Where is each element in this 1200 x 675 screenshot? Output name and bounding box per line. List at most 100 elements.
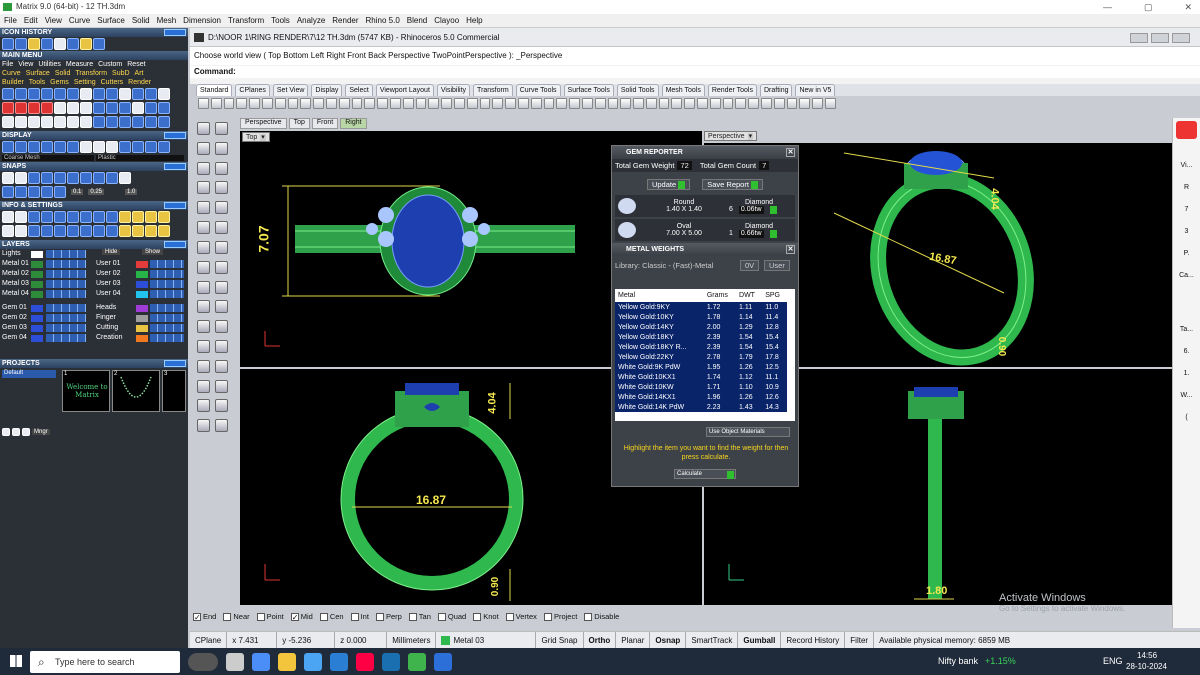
library-user-button[interactable]: User <box>764 260 790 271</box>
gem-item[interactable]: Oval 7.00 X 5.00 Diamond 1 0.66tw <box>615 219 795 241</box>
side-tool-icon[interactable] <box>215 122 228 135</box>
checkbox[interactable] <box>290 611 299 625</box>
layer-color-swatch[interactable] <box>136 335 148 342</box>
toolbar-button-icon[interactable] <box>223 98 235 109</box>
toolbar-button-icon[interactable] <box>313 98 324 109</box>
checkbox[interactable] <box>350 613 359 621</box>
side-tool-icon[interactable] <box>197 300 210 314</box>
table-row[interactable]: Yellow Gold:18KY R... 2.39 1.54 15.4 <box>615 342 787 352</box>
side-tool-icon[interactable] <box>197 339 210 353</box>
menu-curve[interactable]: Curve <box>69 16 90 25</box>
menu-blend[interactable]: Blend <box>407 16 427 25</box>
metal-weights-table[interactable]: Metal Grams DWT SPG Yellow Gold:9KY 1.72 1.11 1… <box>615 289 795 421</box>
toolbar-button-icon[interactable] <box>210 98 222 109</box>
table-row[interactable]: Yellow Gold:10KY 1.78 1.14 11.4 <box>615 312 787 322</box>
toolbar-button-icon[interactable] <box>377 98 388 109</box>
layer-toggles[interactable] <box>46 250 86 258</box>
toolbar-button-icon[interactable] <box>633 98 644 109</box>
layer-row[interactable]: Metal 03 User 03 <box>0 279 188 289</box>
side-tool-icon[interactable] <box>197 359 210 373</box>
display-mode-right[interactable]: Plastic <box>96 155 184 161</box>
update-button[interactable]: Update <box>646 178 691 190</box>
right-panel-item[interactable]: 7 <box>1173 203 1200 217</box>
toolbar-button-icon[interactable] <box>812 98 824 109</box>
toolbar-button-icon[interactable] <box>530 98 542 109</box>
taskbar-search[interactable]: Type here to search <box>30 650 180 673</box>
column-header[interactable]: Metal <box>615 289 704 302</box>
toolbar-button-icon[interactable] <box>479 98 491 109</box>
toolbar-button-icon[interactable] <box>261 98 273 109</box>
matrix-icon[interactable] <box>408 652 426 671</box>
right-panel-item[interactable]: Ca... <box>1173 269 1200 283</box>
builder-render[interactable]: Render <box>128 79 151 86</box>
table-row[interactable]: White Gold:10KW 1.71 1.10 10.9 <box>615 382 787 392</box>
tab-surface-tools[interactable]: Surface Tools <box>563 84 614 96</box>
layer-toggles[interactable] <box>46 304 86 312</box>
layer-toggles[interactable] <box>46 280 86 288</box>
language[interactable]: ENG <box>1103 656 1123 666</box>
table-row[interactable]: White Gold:9K PdW 1.95 1.26 12.5 <box>615 362 787 372</box>
layer-toggles[interactable] <box>46 324 86 332</box>
display-mode-left[interactable]: Coarse Mesh <box>2 155 94 161</box>
table-row[interactable]: White Gold:10KX1 1.74 1.12 11.1 <box>615 372 787 382</box>
osnap-perp[interactable]: Perp <box>375 610 402 624</box>
tab-viewport-layout[interactable]: Viewport Layout <box>375 84 434 96</box>
table-row[interactable]: Yellow Gold:22KY 2.78 1.79 17.8 <box>615 352 787 362</box>
menu-view[interactable]: View <box>45 16 62 25</box>
right-panel-item[interactable]: 6. <box>1173 345 1200 359</box>
builder-art[interactable]: Art <box>135 70 144 77</box>
layer-color-swatch[interactable] <box>31 325 43 332</box>
layer-toggles[interactable] <box>150 280 184 288</box>
save-report-button[interactable]: Save Report <box>702 178 764 190</box>
toolbar-button-icon[interactable] <box>415 98 427 109</box>
checkbox[interactable] <box>584 613 593 621</box>
layer-toggles[interactable] <box>46 334 86 342</box>
layer-row[interactable]: Metal 01 User 01 <box>0 259 188 269</box>
layer-color-swatch[interactable] <box>136 315 148 322</box>
side-tool-icon[interactable] <box>215 359 228 373</box>
snap-value-1[interactable]: 0.1 <box>71 189 84 195</box>
menu-render[interactable]: Render <box>332 16 358 25</box>
side-tool-icon[interactable] <box>215 240 228 254</box>
table-row[interactable]: Yellow Gold:18KY 2.39 1.54 15.4 <box>615 332 787 342</box>
osnap-point[interactable]: Point <box>256 610 284 624</box>
layer-row[interactable]: Metal 04 User 04 <box>0 289 188 299</box>
toolbar-button-icon[interactable] <box>825 98 836 109</box>
table-row[interactable]: Yellow Gold:9KY 1.72 1.11 11.0 <box>615 302 787 312</box>
main-menu-items[interactable]: File View Utilities Measure Custom Reset <box>0 60 188 69</box>
layer-color-swatch[interactable] <box>31 335 43 342</box>
builder-row-2[interactable]: Builder Tools Gems Setting Cutters Render <box>0 78 188 87</box>
toolbar-button-icon[interactable] <box>287 98 299 109</box>
toolbar-button-icon[interactable] <box>351 98 363 109</box>
osnap-project[interactable]: Project <box>543 610 577 624</box>
copilot-icon[interactable] <box>252 652 270 671</box>
side-tool-icon[interactable] <box>197 122 210 135</box>
osnap-mid[interactable]: Mid <box>290 610 313 625</box>
widget-icon[interactable] <box>188 652 218 671</box>
status-grid-snap[interactable]: Grid Snap <box>536 632 584 648</box>
layer-row[interactable]: Metal 02 User 02 <box>0 269 188 279</box>
toolbar-button-icon[interactable] <box>581 98 593 109</box>
osnap-end[interactable]: End <box>193 610 216 625</box>
checkbox[interactable] <box>375 613 384 621</box>
toolbar-button-icon[interactable] <box>198 98 209 109</box>
toolbar-button-icon[interactable] <box>645 98 657 109</box>
side-tool-icon[interactable] <box>215 161 228 175</box>
toolbar-button-icon[interactable] <box>364 98 376 109</box>
side-tool-icon[interactable] <box>215 181 228 195</box>
side-tool-icon[interactable] <box>215 320 228 334</box>
menu-tools[interactable]: Tools <box>271 16 290 25</box>
status-smarttrack[interactable]: SmartTrack <box>686 632 739 648</box>
gem-select-icon[interactable] <box>769 205 777 214</box>
side-tool-icon[interactable] <box>197 260 210 274</box>
side-tool-icon[interactable] <box>197 161 210 175</box>
layer-color-swatch[interactable] <box>31 261 43 268</box>
viewport-tab-front[interactable]: Front <box>311 118 339 129</box>
menu-edit[interactable]: Edit <box>24 16 38 25</box>
gem-item[interactable]: Round 1.40 X 1.40 Diamond 6 0.06tw <box>615 195 795 217</box>
menu-mesh[interactable]: Mesh <box>157 16 177 25</box>
doc-minimize-icon[interactable] <box>1130 33 1148 43</box>
layer-color-swatch[interactable] <box>31 271 43 278</box>
tab-visibility[interactable]: Visibility <box>436 84 471 96</box>
layer-color-swatch[interactable] <box>31 315 43 322</box>
